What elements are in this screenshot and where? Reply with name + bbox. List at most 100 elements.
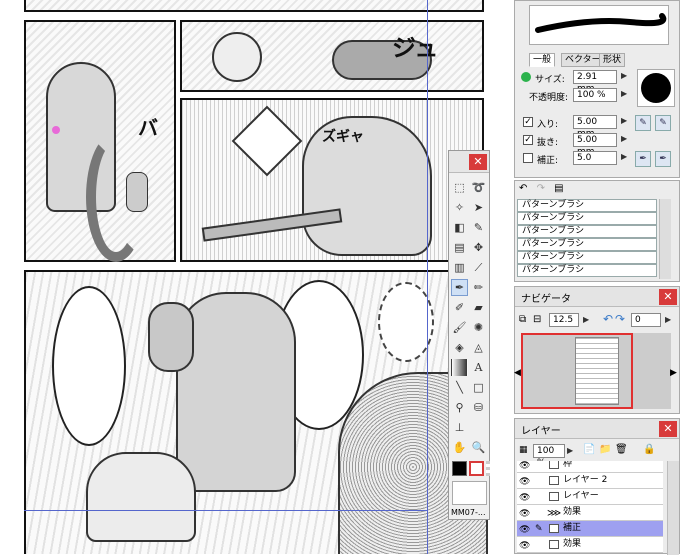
brush-list-item[interactable]: パターンブラシ	[517, 225, 657, 238]
layer-scrollbar[interactable]	[667, 461, 679, 555]
layer-row-selected[interactable]: 👁 ✎ 補正	[517, 521, 663, 537]
layer-row[interactable]: 👁 レイヤー 2	[517, 473, 663, 489]
tab-general[interactable]: 一般	[529, 53, 556, 67]
stamp-icon[interactable]: ⊥	[451, 419, 468, 436]
pressure-size-icon[interactable]: ✎	[635, 115, 651, 131]
delete-layer-icon[interactable]: 🗑	[615, 444, 628, 455]
brush-icon[interactable]: 🖌	[451, 319, 468, 336]
brush-list-item[interactable]: パターンブラシ	[517, 212, 657, 225]
brush-list-scrollbar[interactable]	[659, 199, 671, 279]
size-arrow-icon[interactable]: ▶	[621, 71, 627, 80]
new-folder-icon[interactable]: 📁	[599, 444, 611, 455]
tab-shape[interactable]: 形状	[599, 53, 626, 67]
eye-icon[interactable]: 👁	[519, 475, 530, 490]
dropper-icon[interactable]: ⚲	[451, 399, 468, 416]
lasso-tool-icon[interactable]: ➰	[470, 179, 487, 196]
brush-list-item[interactable]: パターンブラシ	[517, 264, 657, 277]
eye-icon[interactable]: 👁	[519, 507, 530, 522]
eraser-select-icon[interactable]: ◧	[451, 219, 468, 236]
sub-color-swatch[interactable]	[469, 461, 484, 476]
zoom-arrow-icon[interactable]: ▶	[583, 315, 589, 324]
correction-arrow-icon[interactable]: ▶	[621, 152, 627, 161]
brush-list-item[interactable]: パターンブラシ	[517, 238, 657, 251]
layer-row[interactable]: 👁 効果	[517, 537, 663, 553]
manga-canvas[interactable]: バ ジュ ズギャ	[0, 0, 510, 554]
brush-list-item[interactable]: パターンブラシ	[517, 251, 657, 264]
select-arrow-icon[interactable]: ➤	[470, 199, 487, 216]
layer-thumb	[549, 524, 559, 533]
pencil-icon[interactable]: ✏	[470, 279, 487, 296]
taper-in-arrow-icon[interactable]: ▶	[621, 116, 627, 125]
ruler-icon[interactable]: ▤	[451, 239, 468, 256]
layer-name: レイヤー	[563, 491, 599, 501]
rotation-field[interactable]: 0	[631, 313, 661, 327]
blend-icon[interactable]: ◬	[470, 339, 487, 356]
pen-layer-icon: ✎	[535, 524, 543, 534]
view-rect[interactable]	[521, 333, 633, 409]
blend-mode-icon[interactable]: ▦	[519, 445, 528, 455]
rotate-right-icon[interactable]: ↷	[615, 312, 625, 326]
redo-icon[interactable]: ↷	[537, 183, 545, 194]
zoom-icon[interactable]: 🔍	[470, 439, 487, 456]
gradient-icon[interactable]	[451, 359, 468, 376]
main-color-swatch[interactable]	[452, 461, 467, 476]
text-tool-icon[interactable]: A	[470, 359, 487, 376]
navigator-close-icon[interactable]: ✕	[659, 289, 677, 305]
airbrush-icon[interactable]: ✺	[470, 319, 487, 336]
line-tool-icon[interactable]: ╲	[451, 379, 468, 396]
opacity-field[interactable]: 100 %	[573, 88, 617, 102]
layer-opacity-field[interactable]: 100 %	[533, 444, 565, 468]
pressure-out-icon[interactable]: ✒	[655, 151, 671, 167]
layer-row[interactable]: 👁 枠	[517, 461, 663, 473]
close-icon[interactable]: ✕	[469, 154, 487, 170]
brush-list-item[interactable]: パターンブラシ	[517, 199, 657, 212]
taper-out-field[interactable]: 5.00 mm	[573, 133, 617, 157]
fit-view-icon[interactable]: ⧉	[519, 314, 526, 325]
rotation-arrow-icon[interactable]: ▶	[665, 315, 671, 324]
marquee-tool-icon[interactable]: ⬚	[451, 179, 468, 196]
rotate-left-icon[interactable]: ↶	[603, 312, 613, 326]
new-layer-icon[interactable]: 📄	[583, 444, 595, 455]
hand-icon[interactable]: ✋	[451, 439, 468, 456]
bucket-icon[interactable]: ⛁	[470, 399, 487, 416]
zoom-field[interactable]: 12.5	[549, 313, 579, 327]
eraser-icon[interactable]: ▰	[470, 299, 487, 316]
transparent-swatch[interactable]	[486, 461, 490, 476]
marker-icon[interactable]: ✐	[451, 299, 468, 316]
panel-bottom	[24, 270, 488, 554]
taper-in-field[interactable]: 5.00 mm	[573, 115, 617, 139]
size-field[interactable]: 2.91 mm	[573, 70, 617, 94]
eye-icon[interactable]: 👁	[519, 491, 530, 506]
correction-checkbox[interactable]	[523, 153, 533, 163]
object-icon[interactable]: ⟋	[470, 259, 487, 276]
pressure-in-icon[interactable]: ✒	[635, 151, 651, 167]
layer-row[interactable]: 👁 ⋙ 効果	[517, 505, 663, 521]
list-view-icon[interactable]: ▤	[554, 183, 563, 194]
eye-icon[interactable]: 👁	[519, 539, 530, 554]
pink-marker	[52, 126, 60, 134]
navigator-preview[interactable]	[521, 333, 671, 409]
rect-tool-icon[interactable]: □	[470, 379, 487, 396]
opacity-arrow-icon[interactable]: ▶	[621, 89, 627, 98]
magic-wand-icon[interactable]: ✧	[451, 199, 468, 216]
navigator-collapse-right-icon[interactable]: ▶	[670, 368, 677, 378]
pen-tool-icon[interactable]: ✒	[451, 279, 468, 296]
navigator-collapse-left-icon[interactable]: ◀	[514, 368, 521, 378]
frame-icon[interactable]: ▥	[451, 259, 468, 276]
correction-field[interactable]: 5.0	[573, 151, 617, 165]
layer-close-icon[interactable]: ✕	[659, 421, 677, 437]
taper-out-checkbox[interactable]: ✓	[523, 135, 533, 145]
taper-in-checkbox[interactable]: ✓	[523, 117, 533, 127]
lock-icon[interactable]: 🔒	[643, 444, 655, 455]
move-icon[interactable]: ✥	[470, 239, 487, 256]
fill-icon[interactable]: ◈	[451, 339, 468, 356]
undo-icon[interactable]: ↶	[519, 183, 527, 194]
tool-palette-header[interactable]: ✕	[449, 151, 489, 173]
pressure-opacity-icon[interactable]: ✎	[655, 115, 671, 131]
zoom-out-icon[interactable]: ⊟	[533, 314, 541, 325]
taper-out-arrow-icon[interactable]: ▶	[621, 134, 627, 143]
layer-row[interactable]: 👁 レイヤー	[517, 489, 663, 505]
pen-select-icon[interactable]: ✎	[470, 219, 487, 236]
layer-opacity-arrow-icon[interactable]: ▶	[567, 446, 573, 455]
eye-icon[interactable]: 👁	[519, 523, 530, 538]
